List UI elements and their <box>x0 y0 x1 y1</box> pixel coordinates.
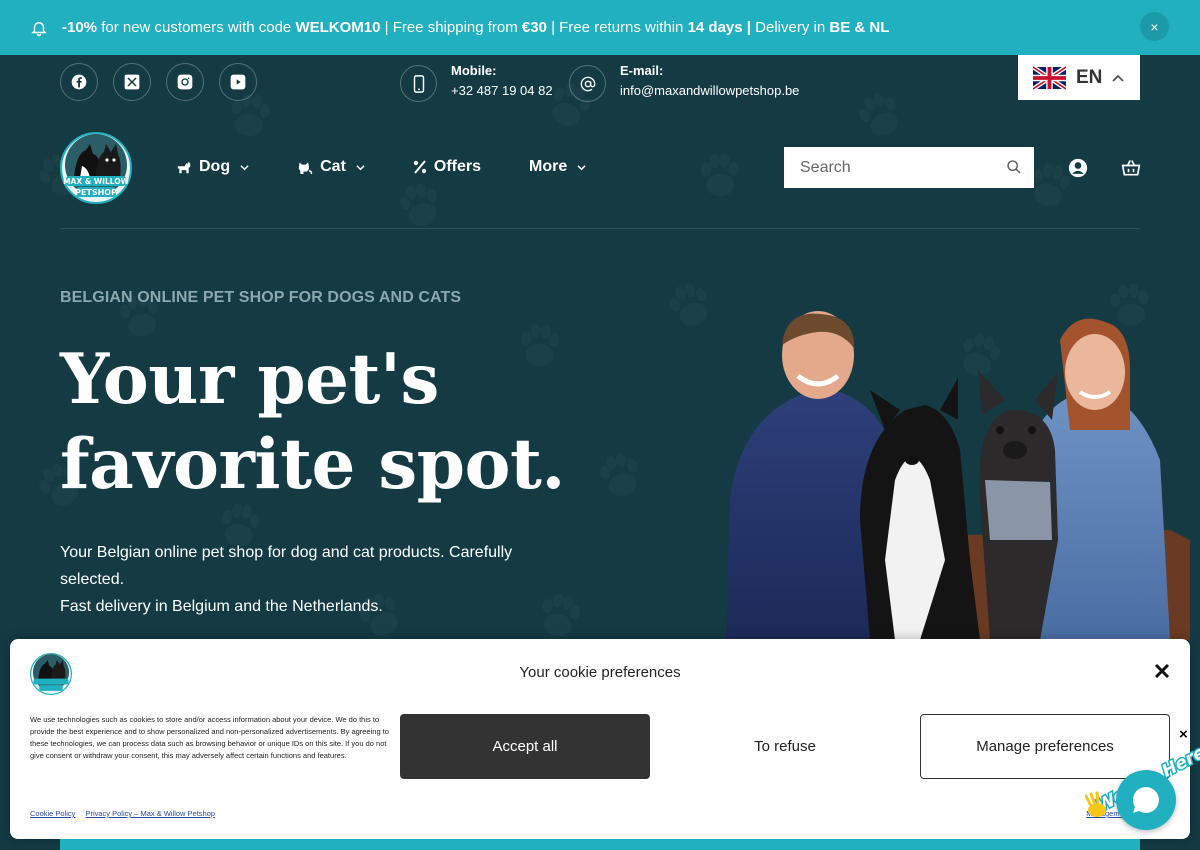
announcement-segment: BE & NL <box>829 19 890 36</box>
chat-open-button[interactable] <box>1116 770 1176 830</box>
language-code: EN <box>1076 66 1103 88</box>
mobile-value[interactable]: +32 487 19 04 82 <box>451 78 553 104</box>
facebook-icon[interactable] <box>60 63 98 101</box>
cookie-refuse-button[interactable]: To refuse <box>660 714 910 779</box>
paw-print <box>537 590 583 639</box>
mobile-label: Mobile: <box>451 63 497 78</box>
account-icon[interactable] <box>1068 158 1088 178</box>
hero-subtitle-line1: Your Belgian online pet shop for dog and… <box>60 544 513 588</box>
announcement-segment: | Free returns within <box>546 19 688 36</box>
mobile-phone-icon <box>400 65 437 102</box>
contact-email: E-mail: info@maxandwillowpetshop.be <box>569 63 799 104</box>
hero-headline-line1: Your pet's <box>60 339 439 420</box>
privacy-policy-link[interactable]: Privacy Policy – Max & Willow Petshop <box>85 809 215 818</box>
youtube-icon[interactable] <box>219 63 257 101</box>
logo-text-line2: PETSHOP <box>75 188 117 197</box>
basket-icon[interactable] <box>1121 158 1141 178</box>
cookie-banner: Your cookie preferences We use technolog… <box>10 639 1190 839</box>
hero-eyebrow: BELGIAN ONLINE PET SHOP FOR DOGS AND CAT… <box>60 289 462 306</box>
cat-icon <box>298 162 313 174</box>
chevron-down-icon <box>577 164 586 170</box>
nav-item-dog[interactable]: Dog <box>176 155 249 179</box>
announcement-segment: -10% <box>62 19 98 36</box>
language-switcher[interactable]: EN <box>1018 55 1140 100</box>
brand-logo[interactable]: MAX & WILLOW PETSHOP <box>60 132 132 204</box>
announcement-segment: | <box>742 19 756 36</box>
main-nav: Dog Cat Offers More <box>176 155 634 179</box>
nav-item-label: Cat <box>320 158 346 175</box>
announcement-segment: | Free shipping from <box>380 19 522 36</box>
hero-headline: Your pet's favorite spot. <box>60 337 660 507</box>
instagram-icon[interactable] <box>166 63 204 101</box>
hero-headline-line2: favorite spot. <box>60 424 565 505</box>
search-box <box>784 147 1034 188</box>
search-icon[interactable] <box>1006 159 1022 175</box>
nav-item-offers[interactable]: Offers <box>413 155 481 179</box>
percent-icon <box>413 160 427 174</box>
announcement-close-button[interactable]: × <box>1140 12 1169 41</box>
paw-print <box>700 153 739 196</box>
announcement-bar: -10% for new customers with code WELKOM1… <box>0 0 1200 55</box>
announcement-segment: WELKOM10 <box>295 19 381 36</box>
nav-item-label: Offers <box>433 158 482 175</box>
hero-subtitle-line2: Fast delivery in Belgium and the Netherl… <box>60 598 383 615</box>
logo-text-line1: MAX & WILLOW <box>63 177 130 186</box>
search-input[interactable] <box>800 158 995 177</box>
paw-print <box>396 180 444 231</box>
chevron-down-icon <box>356 164 365 170</box>
hero-subtitle: Your Belgian online pet shop for dog and… <box>60 539 530 620</box>
cookie-links: Cookie Policy Privacy Policy – Max & Wil… <box>30 809 215 818</box>
announcement-text: -10% for new customers with code WELKOM1… <box>62 19 889 36</box>
cookie-body-text: We use technologies such as cookies to s… <box>30 715 389 760</box>
announcement-segment: for new customers with code <box>97 19 296 36</box>
chevron-up-icon <box>1112 74 1125 82</box>
uk-flag-icon <box>1033 65 1066 90</box>
footer-teal-strip <box>60 839 1140 850</box>
email-label: E-mail: <box>620 63 664 78</box>
cookie-policy-link[interactable]: Cookie Policy <box>30 809 75 818</box>
hero-photo-owners-with-dogs <box>726 311 1190 640</box>
x-twitter-icon[interactable] <box>113 63 151 101</box>
bell-icon <box>31 21 47 36</box>
cookie-title: Your cookie preferences <box>519 664 681 681</box>
nav-item-cat[interactable]: Cat <box>297 155 365 179</box>
cookie-accept-all-button[interactable]: Accept all <box>400 714 650 779</box>
at-sign-icon <box>569 65 606 102</box>
email-value[interactable]: info@maxandwillowpetshop.be <box>620 78 799 104</box>
chevron-down-icon <box>240 164 249 170</box>
chat-bubble-icon <box>1132 786 1159 813</box>
dog-icon <box>177 161 191 174</box>
cookie-close-icon[interactable] <box>1154 663 1170 679</box>
social-links <box>60 63 257 101</box>
header-divider <box>60 228 1140 229</box>
announcement-segment: 14 days <box>687 19 743 36</box>
contact-mobile: Mobile: +32 487 19 04 82 <box>400 63 553 104</box>
nav-item-label: More <box>529 158 568 175</box>
paw-print <box>854 88 906 142</box>
nav-item-label: Dog <box>199 158 231 175</box>
nav-item-more[interactable]: More <box>529 155 586 179</box>
announcement-segment: €30 <box>521 19 547 36</box>
announcement-segment: Delivery in <box>755 19 830 36</box>
